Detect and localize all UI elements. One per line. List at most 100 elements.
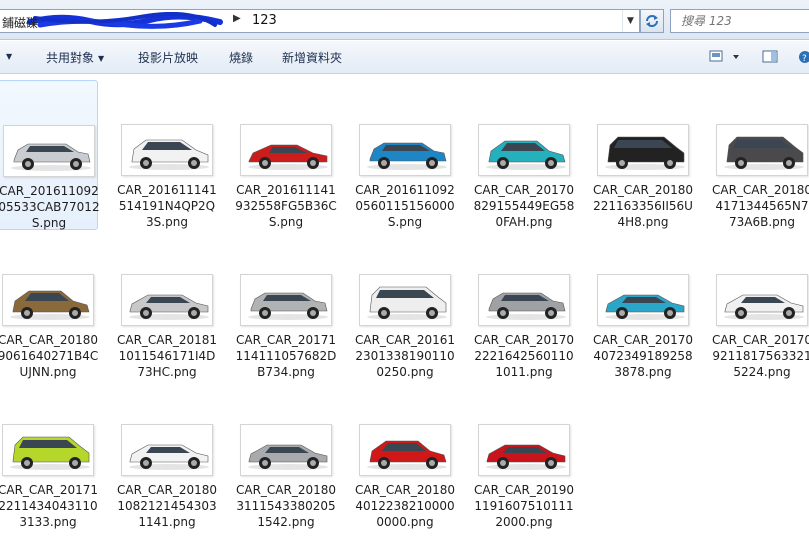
file-name-label: CAR_CAR_20190 1191607510111 2000.png [472,482,576,530]
breadcrumb-separator-icon[interactable]: ▶ [233,13,241,24]
organize-dropdown-icon[interactable]: ▼ [2,49,12,63]
file-name-line: 4072349189258 [593,349,693,363]
help-icon[interactable]: ? [797,50,809,67]
file-name-line: 3111543380205 [236,499,336,513]
file-item[interactable]: CAR_CAR_20180 9061640271B4C UJNN.png [0,230,98,380]
command-toolbar: ▼ 共用對象 ▼ 投影片放映 燒錄 新增資料夾 ? [0,41,809,74]
view-options-icon[interactable] [709,50,739,67]
search-box[interactable] [670,9,809,33]
file-item[interactable]: CAR_CAR_20190 1191607510111 2000.png [474,380,574,530]
file-name-line: 221163356II56U [593,199,693,213]
file-name-line: 4H8.png [617,215,669,229]
file-name-line: CAR_CAR_20180 [116,483,218,497]
file-name-line: 1011.png [495,365,553,379]
refresh-icon [646,15,658,27]
file-name-label: CAR_CAR_20180 9061640271B4C UJNN.png [0,332,100,380]
file-name-label: CAR_CAR_20180 4171344565N7 73A6B.png [710,182,809,230]
new-folder-button[interactable]: 新增資料夾 [282,49,342,66]
car-thumbnail-image [2,424,94,476]
file-item[interactable]: CAR_CAR_20180 4171344565N7 73A6B.png [712,80,809,230]
file-name-line: 2301338190110 [355,349,455,363]
file-item[interactable]: CAR_CAR_20161 2301338190110 0250.png [355,230,455,380]
file-name-line: CAR_CAR_20170 [473,183,575,197]
file-item[interactable]: CAR_CAR_20170 4072349189258 3878.png [593,230,693,380]
car-thumbnail-image [359,424,451,476]
file-name-line: 4171344565N7 [715,199,809,213]
file-name-line: 0560115156000 [355,199,455,213]
file-item[interactable]: CAR_CAR_20180 4012238210000 0000.png [355,380,455,530]
file-name-line: S.png [268,215,304,229]
file-name-line: CAR_CAR_20180 [0,333,99,347]
file-name-line: 829155449EG58 [473,199,575,213]
file-name-line: 9211817563321 [712,349,809,363]
file-name-line: CAR_CAR_20170 [592,333,694,347]
redaction-scribble: 鋪磁碟 [2,12,223,30]
file-name-label: CAR_CAR_20170 829155449EG58 0FAH.png [472,182,576,230]
file-name-line: CAR_CAR_20171 [235,333,337,347]
file-name-line: CAR_CAR_20190 [473,483,575,497]
car-thumbnail-image [121,124,213,176]
file-item[interactable]: CAR_CAR_20171 2211434043110 3133.png [0,380,98,530]
file-item[interactable]: CAR_CAR_20181 1011546171I4D 73HC.png [117,230,217,380]
file-name-line: 1191607510111 [474,499,574,513]
share-with-button[interactable]: 共用對象 ▼ [46,49,104,66]
share-with-label: 共用對象 [46,51,95,65]
preview-pane-icon[interactable] [762,50,778,67]
file-name-line: CAR_CAR_20170 [473,333,575,347]
car-thumbnail-image [478,424,570,476]
file-item[interactable]: CAR_201611092 0560115156000 S.png [355,80,455,230]
file-name-line: CAR_201611092 [0,184,99,198]
file-item[interactable]: CAR_201611092 05533CAB77012 S.png [0,80,100,230]
search-input[interactable] [671,10,809,32]
file-item[interactable]: CAR_201611141 932558FG5B36C S.png [234,80,338,230]
file-name-line: 5224.png [733,365,791,379]
file-name-line: CAR_CAR_20180 [711,183,809,197]
file-item[interactable]: CAR_CAR_20170 829155449EG58 0FAH.png [474,80,574,230]
file-name-line: 05533CAB77012 [0,200,100,214]
slideshow-button[interactable]: 投影片放映 [138,49,198,66]
file-name-line: CAR_CAR_20161 [354,333,456,347]
file-name-line: 2211434043110 [0,499,98,513]
file-name-line: CAR_CAR_20181 [116,333,218,347]
file-name-label: CAR_CAR_20171 2211434043110 3133.png [0,482,100,530]
file-name-line: 3878.png [614,365,672,379]
file-name-line: 1082121454303 [117,499,217,513]
file-item[interactable]: CAR_CAR_20180 1082121454303 1141.png [117,380,217,530]
file-name-label: CAR_CAR_20170 4072349189258 3878.png [591,332,695,380]
file-name-line: CAR_201611092 [355,183,455,197]
file-item[interactable]: CAR_CAR_20180 3111543380205 1542.png [236,380,336,530]
car-thumbnail-image [2,274,94,326]
file-list-area: CAR_201611092 05533CAB77012 S.png CAR_2016… [0,75,809,547]
file-name-label: CAR_201611141 514191N4QP2Q 3S.png [115,182,219,230]
address-dropdown-icon[interactable]: ▼ [622,10,638,32]
file-name-line: B734.png [257,365,315,379]
file-name-line: 1542.png [257,515,315,529]
file-name-label: CAR_201611141 932558FG5B36C S.png [234,182,338,230]
car-thumbnail-image [121,424,213,476]
file-item[interactable]: CAR_CAR_20171 114111057682D B734.png [236,230,336,380]
car-thumbnail-image [359,274,451,326]
file-item[interactable]: CAR_CAR_20180 221163356II56U 4H8.png [593,80,693,230]
car-thumbnail-image [716,124,808,176]
file-name-line: 2000.png [495,515,553,529]
file-name-line: 0FAH.png [495,215,553,229]
car-thumbnail-image [240,274,332,326]
car-thumbnail-image [478,124,570,176]
file-name-line: 4012238210000 [355,499,455,513]
address-bar[interactable]: 鋪磁碟 ▶ 123 ▼ [0,9,640,33]
file-name-line: 932558FG5B36C [235,199,337,213]
burn-button[interactable]: 燒錄 [229,49,253,66]
car-thumbnail-image [359,124,451,176]
file-name-label: CAR_CAR_20180 1082121454303 1141.png [115,482,219,530]
file-name-line: 1011546171I4D [118,349,216,363]
car-thumbnail-image [240,424,332,476]
file-name-label: CAR_CAR_20170 2221642560110 1011.png [472,332,576,380]
file-item[interactable]: CAR_201611141 514191N4QP2Q 3S.png [117,80,217,230]
breadcrumb-current-folder[interactable]: 123 [252,13,277,28]
file-item[interactable]: CAR_CAR_20170 2221642560110 1011.png [474,230,574,380]
refresh-button[interactable] [640,9,664,33]
file-name-label: CAR_CAR_20180 4012238210000 0000.png [353,482,457,530]
file-name-line: 2221642560110 [474,349,574,363]
file-name-line: S.png [31,216,67,230]
file-item[interactable]: CAR_CAR_20170 9211817563321 5224.png [712,230,809,380]
